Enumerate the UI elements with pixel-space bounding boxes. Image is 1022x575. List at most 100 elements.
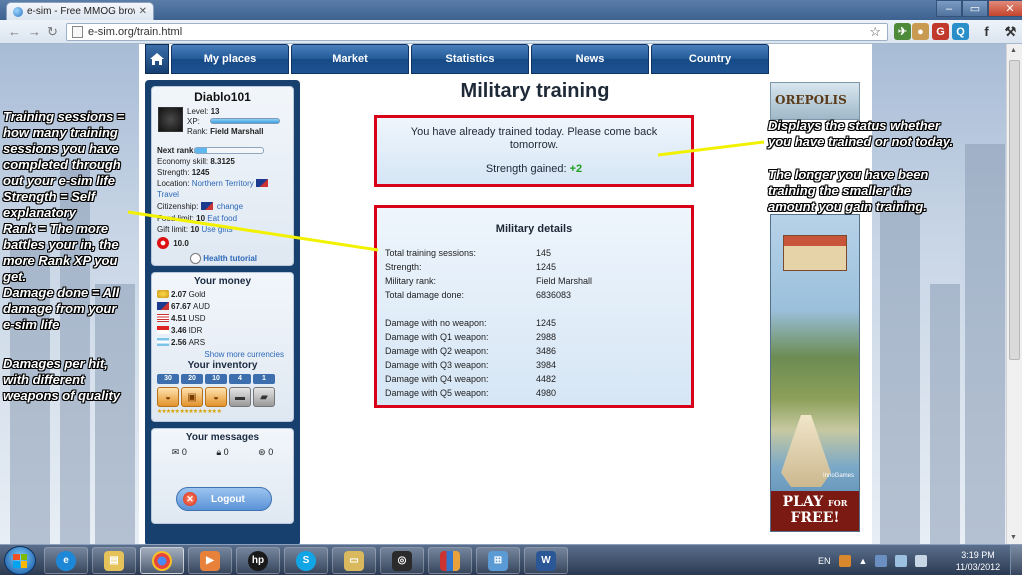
bookmark-star-icon[interactable]: ☆ <box>869 24 881 40</box>
extension-cookie-icon[interactable]: ● <box>912 23 929 40</box>
messages-count: 0 <box>181 447 187 457</box>
background-building <box>930 284 960 544</box>
menu-my-places[interactable]: My places <box>171 44 289 74</box>
close-window-icon[interactable]: ✕ <box>988 0 1022 17</box>
inventory-count: 10 <box>205 374 227 384</box>
lock-icon[interactable]: 🔒︎ <box>216 447 221 457</box>
money-row: 2.56 ARS <box>157 338 288 347</box>
menu-news[interactable]: News <box>531 44 649 74</box>
taskbar-media[interactable]: ▶ <box>188 547 232 574</box>
detail-value: Field Marshall <box>536 276 593 286</box>
taskbar-winrar[interactable] <box>428 547 472 574</box>
damage-row: Damage with Q1 weapon: 2988 <box>385 332 685 342</box>
menu-statistics[interactable]: Statistics <box>411 44 529 74</box>
health-icon <box>157 237 169 249</box>
damage-label: Damage with no weapon: <box>385 318 487 328</box>
tray-network-icon[interactable] <box>895 555 908 567</box>
travel-link[interactable]: Travel <box>157 190 179 199</box>
status-message: You have already trained today. Please c… <box>410 126 658 151</box>
url-text: e-sim.org/train.html <box>88 26 183 38</box>
start-button[interactable] <box>4 546 36 575</box>
close-tab-icon[interactable]: ✕ <box>139 6 147 17</box>
taskbar-clock[interactable]: 3:19 PM 11/03/2012 <box>955 549 1001 573</box>
clock-time: 3:19 PM <box>961 550 995 560</box>
change-citizenship-link[interactable]: change <box>217 202 243 211</box>
money-amount: 67.67 <box>171 302 192 311</box>
browser-tab[interactable]: e-sim - Free MMOG browse ✕ <box>6 2 154 20</box>
extension-bird-icon[interactable]: ✈ <box>894 23 911 40</box>
feed-icon[interactable]: ⊛ <box>258 447 266 457</box>
detail-label: Military rank: <box>385 276 437 286</box>
back-arrow-icon[interactable]: ← <box>8 24 21 39</box>
money-title: Your money <box>193 276 252 287</box>
show-desktop-button[interactable] <box>1010 545 1022 575</box>
envelope-icon[interactable]: ✉ <box>172 447 180 457</box>
minimize-icon[interactable]: – <box>936 0 962 17</box>
tray-flag-icon[interactable] <box>875 555 888 567</box>
player-name[interactable]: Diablo101 <box>157 90 288 104</box>
damage-row: Damage with no weapon: 1245 <box>385 318 685 328</box>
gift-limit-label: Gift limit: <box>157 225 189 234</box>
extension-g-icon[interactable]: G <box>932 23 949 40</box>
facebook-icon[interactable]: f <box>978 23 995 40</box>
eat-food-link[interactable]: Eat food <box>207 214 237 223</box>
detail-row: Strength: 1245 <box>385 262 685 272</box>
food-item-icon[interactable]: ◒ <box>157 387 179 407</box>
ad-play-text: PLAY <box>782 494 824 510</box>
language-indicator[interactable]: EN <box>818 556 831 566</box>
wrench-menu-icon[interactable]: ⚒ <box>1002 23 1019 40</box>
taskbar-network[interactable]: ⊞ <box>476 547 520 574</box>
detail-label: Total damage done: <box>385 290 465 300</box>
scroll-down-icon[interactable]: ▼ <box>1010 534 1017 541</box>
messages-title: Your messages <box>185 432 260 443</box>
address-bar[interactable]: e-sim.org/train.html ☆ <box>66 23 888 41</box>
strength-value: 1245 <box>191 168 210 177</box>
show-more-currencies-link[interactable]: Show more currencies <box>157 350 288 359</box>
extension-q-icon[interactable]: Q <box>952 23 969 40</box>
taskbar-ie[interactable]: e <box>44 547 88 574</box>
money-row: 67.67 AUD <box>157 302 288 311</box>
menu-country[interactable]: Country <box>651 44 769 74</box>
australia-flag-icon <box>200 202 213 210</box>
inventory-count: 4 <box>229 374 251 384</box>
money-amount: 2.56 <box>171 338 187 347</box>
use-gifts-link[interactable]: Use gifts <box>201 225 232 234</box>
food-item-icon[interactable]: ◒ <box>205 387 227 407</box>
money-amount: 2.07 <box>171 290 187 299</box>
health-value: 10.0 <box>173 239 189 248</box>
tray-up-arrow-icon[interactable]: ▲ <box>859 556 868 566</box>
play-for-free-button[interactable]: PLAY FOR FREE! <box>771 491 859 531</box>
scroll-up-icon[interactable]: ▲ <box>1010 47 1017 54</box>
ad-banner-side[interactable]: InnoGames PLAY FOR FREE! <box>770 214 860 532</box>
menu-market[interactable]: Market <box>291 44 409 74</box>
money-currency: AUD <box>193 302 210 311</box>
money-row: 3.46 IDR <box>157 326 288 335</box>
logout-button[interactable]: ✕ Logout <box>176 487 272 511</box>
tray-volume-icon[interactable] <box>915 555 928 567</box>
reload-icon[interactable]: ↻ <box>47 24 58 40</box>
taskbar-word[interactable]: W <box>524 547 568 574</box>
maximize-icon[interactable]: ▭ <box>962 0 988 17</box>
gift-item-icon[interactable]: ▣ <box>181 387 203 407</box>
health-tutorial-link[interactable]: Health tutorial <box>203 254 257 263</box>
windows-logo-icon <box>13 553 27 568</box>
weapon-item-icon[interactable]: ▬ <box>229 387 251 407</box>
subscriptions-count: 0 <box>268 447 274 457</box>
home-button[interactable] <box>145 44 169 74</box>
ticket-item-icon[interactable]: ▰ <box>253 387 275 407</box>
ad-banner-top[interactable]: OREPOLIS <box>770 82 860 120</box>
location-link[interactable]: Northern Territory <box>192 179 254 188</box>
economy-label: Economy skill: <box>157 157 209 166</box>
word-icon: W <box>536 550 556 571</box>
taskbar-app[interactable]: ◎ <box>380 547 424 574</box>
avatar[interactable] <box>158 107 183 132</box>
taskbar-explorer[interactable]: ▤ <box>92 547 136 574</box>
forward-arrow-icon[interactable]: → <box>28 24 41 39</box>
taskbar-hp[interactable]: hp <box>236 547 280 574</box>
taskbar-folder[interactable]: ▭ <box>332 547 376 574</box>
main-menu: My places Market Statistics News Country <box>145 44 775 74</box>
taskbar-skype[interactable]: S <box>284 547 328 574</box>
money-row: 4.51 USD <box>157 314 288 323</box>
tray-hand-icon[interactable] <box>838 555 851 567</box>
taskbar-chrome[interactable] <box>140 547 184 574</box>
